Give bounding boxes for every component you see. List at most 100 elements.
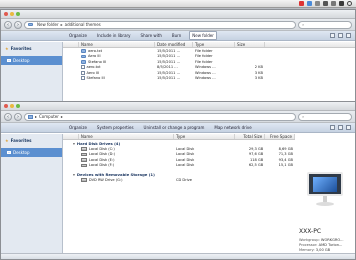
preview-pane-icon[interactable] [338, 33, 343, 38]
map-network-drive-button[interactable]: Map network drive [212, 124, 253, 131]
view-options-icon[interactable] [330, 125, 335, 130]
explorer-window-themes: ‹ › New folder ▸ additional themes ⌕ Org… [0, 9, 356, 102]
column-name[interactable]: Name [79, 134, 175, 139]
status-icon[interactable] [323, 1, 328, 6]
menu-bar [0, 0, 356, 8]
column-name[interactable]: Name [79, 42, 155, 47]
sidebar-item-desktop[interactable]: Desktop [1, 56, 62, 65]
forward-button[interactable]: › [14, 112, 22, 121]
minimize-icon[interactable] [10, 104, 14, 108]
drive-icon [80, 152, 87, 156]
burn-button[interactable]: Burn [170, 32, 183, 39]
organize-button[interactable]: Organize [67, 124, 89, 131]
breadcrumb-item[interactable]: Computer [39, 114, 59, 119]
uninstall-program-button[interactable]: Uninstall or change a program [142, 124, 207, 131]
column-type[interactable]: Type [193, 42, 235, 47]
collapse-arrow-icon[interactable]: ▾ [73, 141, 75, 146]
memory-label: Memory: [299, 248, 315, 252]
help-icon[interactable] [346, 125, 351, 130]
address-input[interactable]: ▸ Computer ▸ [24, 112, 296, 121]
address-bar: ‹ › New folder ▸ additional themes ⌕ [1, 19, 355, 31]
spotlight-icon[interactable] [347, 1, 352, 6]
drive-row[interactable]: Local Disk (E:) Local Disk 118 GB 93,4 GB [63, 157, 295, 163]
sidebar-item-favorites[interactable]: ★ Favorites [1, 44, 62, 53]
status-icon[interactable] [331, 1, 336, 6]
share-with-button[interactable]: Share with [139, 32, 164, 39]
zoom-icon[interactable] [16, 12, 20, 16]
file-type: Windows ... [195, 76, 216, 81]
title-bar [1, 102, 355, 111]
breadcrumb-item[interactable]: New folder [37, 22, 59, 27]
file-row[interactable]: Stefano III 15/5/2011 ... Windows ... 3 KB [63, 76, 355, 82]
help-icon[interactable] [346, 33, 351, 38]
back-button[interactable]: ‹ [4, 20, 12, 29]
minimize-icon[interactable] [10, 12, 14, 16]
drive-name: Local Disk (C:) [88, 146, 115, 151]
processor-info: Processor: AMD Turion... [299, 243, 342, 247]
close-icon[interactable] [4, 104, 8, 108]
details-pane: XXX-PC Workgroup: WORKGRO... Processor: … [295, 134, 355, 253]
forward-button[interactable]: › [14, 20, 22, 29]
search-input[interactable]: ⌕ [298, 112, 352, 121]
include-in-library-button[interactable]: Include in library [95, 32, 133, 39]
file-name: Aero III [88, 54, 101, 59]
file-icon [81, 70, 85, 75]
drive-type: CD Drive [176, 177, 193, 182]
status-icon[interactable] [339, 1, 344, 6]
folder-icon [81, 54, 86, 58]
memory-value: 3,00 GB [315, 248, 331, 252]
drive-row[interactable]: Local Disk (C:) Local Disk 29,3 GB 8,69 GB [63, 146, 295, 152]
column-size[interactable]: Size [235, 42, 265, 47]
organize-button[interactable]: Organize [67, 32, 89, 39]
back-button[interactable]: ‹ [4, 112, 12, 121]
file-type: File folder [195, 54, 213, 59]
file-icon [81, 65, 85, 70]
navigation-pane: ★ Favorites Desktop [1, 134, 63, 253]
navigation-pane: ★ Favorites Desktop [1, 42, 63, 101]
file-date: 15/5/2011 ... [157, 48, 180, 53]
workgroup-info: Workgroup: WORKGRO... [299, 238, 344, 242]
sidebar-item-desktop[interactable]: Desktop [1, 148, 62, 157]
status-bar [1, 253, 355, 259]
drive-type: Local Disk [176, 152, 195, 157]
drive-list: Name Type Total Size Free Space ▾ Hard Di… [63, 134, 355, 253]
search-input[interactable]: ⌕ [298, 20, 352, 29]
toolbar: Organize System properties Uninstall or … [1, 123, 355, 133]
drive-row[interactable]: Local Disk (F:) Local Disk 62,5 GB 15,1 GB [63, 163, 295, 169]
drive-type: Local Disk [176, 157, 195, 162]
title-bar [1, 10, 355, 19]
address-input[interactable]: New folder ▸ additional themes [24, 20, 296, 29]
file-name: aero.txt [86, 65, 101, 70]
file-date: 8/5/2011 ... [157, 65, 178, 70]
column-free-space[interactable]: Free Space [265, 134, 295, 139]
window-body: ★ Favorites Desktop Name Date modified T… [1, 42, 355, 101]
processor-label: Processor: [299, 243, 318, 247]
zoom-icon[interactable] [16, 104, 20, 108]
file-name: aero.txt [88, 48, 103, 53]
file-date: 15/5/2011 ... [157, 70, 180, 75]
status-icon[interactable] [315, 1, 320, 6]
breadcrumb-item[interactable]: additional themes [65, 22, 101, 27]
drive-icon [80, 147, 87, 151]
drive-row[interactable]: DVD RW Drive (G:) CD Drive [63, 177, 295, 183]
system-properties-button[interactable]: System properties [95, 124, 136, 131]
drive-row[interactable]: Local Disk (D:) Local Disk 97,6 GB 71,3 GB [63, 152, 295, 158]
close-icon[interactable] [4, 12, 8, 16]
status-icon[interactable] [299, 1, 304, 6]
column-date-modified[interactable]: Date modified [155, 42, 193, 47]
file-rows: aero.txt 15/5/2011 ... File folder Aero III… [63, 48, 355, 81]
drive-icon [80, 178, 87, 182]
column-total-size[interactable]: Total Size [235, 134, 266, 139]
view-options-icon[interactable] [330, 33, 335, 38]
drive-total-size: 118 GB [249, 157, 264, 162]
column-type[interactable]: Type [174, 134, 236, 139]
drive-type: Local Disk [176, 163, 195, 168]
new-folder-button[interactable]: New folder [189, 31, 217, 40]
collapse-arrow-icon[interactable]: ▾ [73, 172, 75, 177]
sidebar-item-favorites[interactable]: ★ Favorites [1, 136, 62, 145]
file-date: 15/5/2011 ... [157, 76, 180, 81]
file-type: File folder [195, 59, 213, 64]
file-name: Aero III [86, 70, 100, 75]
preview-pane-icon[interactable] [338, 125, 343, 130]
status-icon[interactable] [307, 1, 312, 6]
